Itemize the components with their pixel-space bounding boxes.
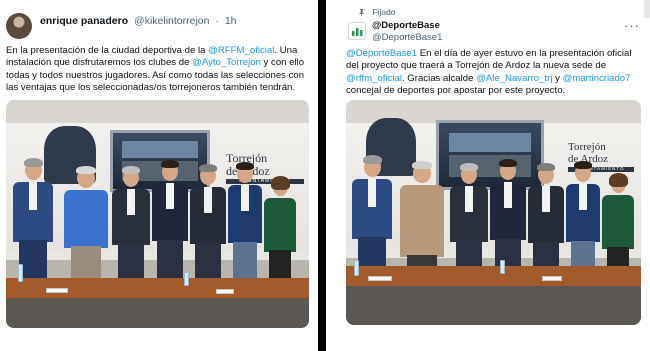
author-name[interactable]: enrique panadero: [40, 15, 128, 27]
name-card: [542, 276, 562, 281]
tweet-photo[interactable]: Torrejón de Ardoz AYUNTAMIENTO: [346, 100, 641, 325]
separator: ·: [215, 15, 219, 27]
pinned-indicator: Fijado: [358, 7, 396, 17]
water-bottle: [354, 260, 359, 276]
author-handle[interactable]: @DeporteBase1: [372, 32, 442, 44]
table-front: [346, 286, 641, 325]
author-avatar[interactable]: [348, 22, 366, 40]
mention-link[interactable]: @Ale_Navarro_trj: [476, 73, 552, 84]
pinned-label: Fijado: [372, 7, 396, 17]
mention-link[interactable]: @Ayto_Torrejon: [192, 57, 261, 68]
pin-icon: [359, 9, 364, 16]
water-bottle: [184, 272, 189, 286]
tweet-text: En la presentación de la ciudad deportiv…: [6, 45, 312, 95]
tweet-text: @DeporteBase1 En el día de ayer estuvo e…: [346, 48, 642, 98]
more-options-icon[interactable]: ···: [624, 18, 640, 33]
water-bottle: [18, 264, 23, 282]
mention-link[interactable]: @RFFM_oficial: [208, 45, 274, 56]
right-tweet[interactable]: Fijado @DeporteBase @DeporteBase1 ··· @D…: [326, 0, 650, 351]
name-card: [216, 289, 234, 294]
tweet-text-segment: y: [552, 72, 563, 84]
water-bottle: [500, 260, 505, 274]
tweet-text-segment: concejal de deportes por apostar por est…: [346, 85, 566, 97]
tweet-header: enrique panadero @kikelintorrejon · 1h: [40, 15, 237, 27]
corner-edge: [644, 0, 650, 18]
author-name[interactable]: @DeporteBase: [372, 20, 442, 32]
author-handle[interactable]: @kikelintorrejon: [134, 15, 209, 27]
avatar-bars-icon: [352, 28, 363, 36]
author-avatar[interactable]: [6, 13, 32, 39]
panel-divider: [318, 0, 326, 351]
mention-link[interactable]: @DeporteBase1: [346, 48, 417, 59]
sign-title-line1: Torrejón: [568, 141, 606, 153]
tweet-time[interactable]: 1h: [225, 15, 237, 27]
tweet-photo[interactable]: Torrejón de Ardoz AYUNTAMIENTO: [6, 100, 309, 328]
name-card: [46, 288, 68, 293]
table-front: [6, 298, 309, 328]
photo-ceiling: [6, 100, 309, 123]
tweet-text-segment: . Gracias alcalde: [401, 72, 477, 84]
mention-link[interactable]: @martincriado7: [563, 73, 631, 84]
name-card: [368, 276, 392, 281]
left-tweet[interactable]: enrique panadero @kikelintorrejon · 1h E…: [0, 0, 318, 351]
tweet-header: @DeporteBase @DeporteBase1: [372, 20, 442, 43]
tweet-text-segment: En la presentación de la ciudad deportiv…: [6, 45, 209, 56]
mention-link[interactable]: @rffm_oficial: [346, 73, 402, 84]
